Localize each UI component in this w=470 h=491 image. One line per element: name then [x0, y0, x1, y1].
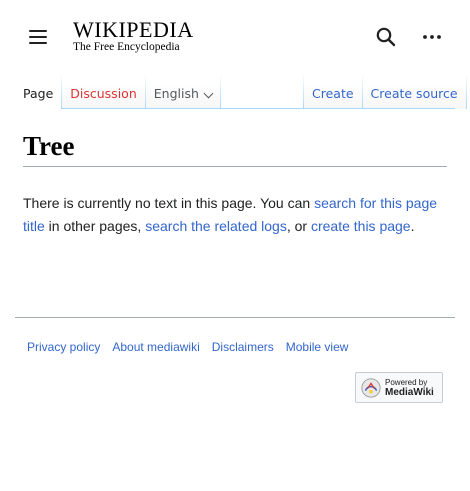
footer-link-disclaimers[interactable]: Disclaimers — [212, 340, 274, 354]
selected-tab-gap — [15, 108, 61, 109]
footer-link-about[interactable]: About mediawiki — [112, 340, 199, 354]
page-action-tabs: Create Create source — [303, 73, 467, 109]
notice-text: There is currently no text in this page.… — [23, 195, 315, 211]
chevron-down-icon — [203, 88, 214, 99]
footer-link-mobile-view[interactable]: Mobile view — [286, 340, 349, 354]
page-title: Tree — [23, 131, 75, 161]
tabs-baseline — [15, 108, 455, 109]
ellipsis-icon — [423, 35, 441, 39]
tab-create-source[interactable]: Create source — [362, 73, 466, 109]
main-menu-button[interactable] — [28, 27, 48, 47]
hamburger-line — [29, 42, 47, 44]
footer-link-privacy[interactable]: Privacy policy — [27, 340, 100, 354]
hamburger-line — [29, 36, 47, 38]
search-button[interactable] — [374, 25, 398, 49]
powered-by-mediawiki-badge[interactable]: Powered by MediaWiki — [355, 372, 443, 403]
tab-discussion[interactable]: Discussion — [62, 73, 145, 109]
create-page-link[interactable]: create this page — [311, 218, 411, 234]
notice-text: in other pages, — [44, 218, 146, 234]
no-text-notice: There is currently no text in this page.… — [23, 192, 453, 238]
more-options-button[interactable] — [420, 25, 444, 49]
notice-text: . — [410, 218, 415, 234]
footer-links: Privacy policy About mediawiki Disclaime… — [27, 340, 360, 354]
mediawiki-label: MediaWiki — [385, 386, 434, 398]
tab-create[interactable]: Create — [304, 73, 362, 109]
logo-tagline: The Free Encyclopedia — [73, 41, 180, 53]
tab-divider — [465, 73, 467, 109]
footer-divider — [15, 317, 455, 318]
hamburger-line — [29, 30, 47, 32]
logo-wordmark: WIKIPEDIA — [73, 17, 194, 42]
language-label: English — [153, 86, 199, 101]
mediawiki-logo-icon — [361, 377, 381, 398]
namespace-tabs: Page Discussion English — [15, 73, 221, 109]
powered-by-text: Powered by MediaWiki — [385, 378, 434, 398]
tab-page[interactable]: Page — [15, 73, 62, 109]
title-divider — [23, 166, 447, 167]
wikipedia-logo[interactable]: WIKIPEDIA The Free Encyclopedia — [73, 17, 195, 57]
tab-divider — [219, 73, 221, 109]
powered-by-line: Powered by — [385, 377, 428, 387]
search-icon — [376, 27, 396, 47]
search-related-logs-link[interactable]: search the related logs — [145, 218, 287, 234]
language-selector[interactable]: English — [145, 73, 220, 109]
notice-text: , or — [286, 218, 311, 234]
